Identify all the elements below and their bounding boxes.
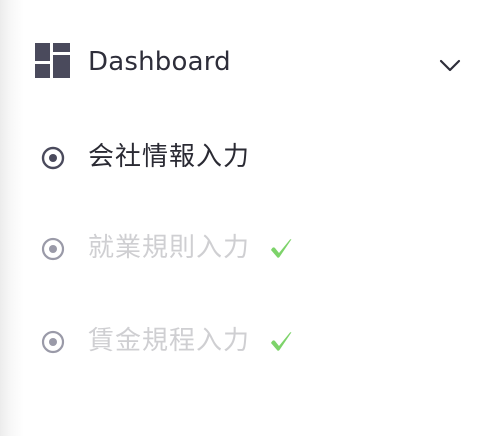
dashboard-label: Dashboard [88,47,231,77]
nav-item-label: 就業規則入力 [88,233,251,263]
radio-dot-icon [41,146,65,170]
nav-item-label: 会社情報入力 [88,142,251,172]
nav-item-company-info[interactable]: 会社情報入力 [0,128,484,188]
chevron-down-icon[interactable] [438,56,462,74]
radio-dot-icon [41,237,65,261]
sidebar: Dashboard 会社情報入力 就業規則入力 賃金規程入力 [0,0,484,436]
nav-item-work-rules[interactable]: 就業規則入力 [0,219,484,279]
checkmark-icon [271,332,292,351]
checkmark-icon [271,239,292,258]
radio-dot-icon [41,330,65,354]
nav-item-label: 賃金規程入力 [88,326,251,356]
nav-item-wage-rules[interactable]: 賃金規程入力 [0,312,484,372]
dashboard-icon [35,43,70,78]
dashboard-header[interactable]: Dashboard [0,32,484,92]
